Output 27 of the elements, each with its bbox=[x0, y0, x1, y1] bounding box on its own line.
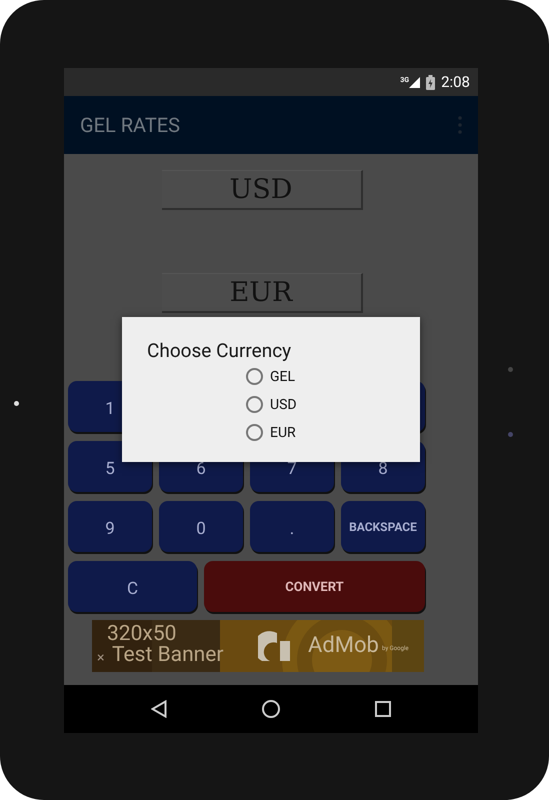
back-icon[interactable] bbox=[151, 700, 168, 718]
currency-option[interactable]: EUR bbox=[246, 424, 395, 441]
clock: 2:08 bbox=[441, 73, 470, 91]
ad-size-label: 320x50 bbox=[107, 624, 176, 645]
convert-button[interactable]: CONVERT bbox=[204, 561, 425, 612]
ad-label: Test Banner bbox=[112, 645, 224, 666]
ad-brand: AdMob bbox=[308, 635, 379, 657]
app-title: GEL RATES bbox=[80, 113, 180, 137]
currency-option[interactable]: GEL bbox=[246, 368, 395, 385]
sensor-dot bbox=[508, 367, 513, 372]
sensor-dot bbox=[508, 432, 513, 437]
battery-icon bbox=[426, 74, 436, 90]
ad-close-button[interactable]: × bbox=[97, 651, 104, 665]
signal-icon bbox=[409, 76, 420, 88]
dialog-title: Choose Currency bbox=[147, 339, 292, 362]
currency-option[interactable]: USD bbox=[246, 396, 395, 413]
camera-dot bbox=[14, 401, 19, 406]
clear-button[interactable]: C bbox=[68, 561, 197, 612]
keypad-button[interactable]: 0 bbox=[159, 501, 243, 552]
recents-icon[interactable] bbox=[374, 701, 391, 717]
radio-button[interactable] bbox=[246, 368, 263, 385]
home-icon[interactable] bbox=[262, 700, 280, 718]
keypad-button[interactable]: . bbox=[250, 501, 334, 552]
keypad-button[interactable]: BACKSPACE bbox=[341, 501, 425, 552]
keypad-button[interactable]: 9 bbox=[68, 501, 152, 552]
radio-button[interactable] bbox=[246, 396, 263, 413]
radio-button[interactable] bbox=[246, 424, 263, 441]
